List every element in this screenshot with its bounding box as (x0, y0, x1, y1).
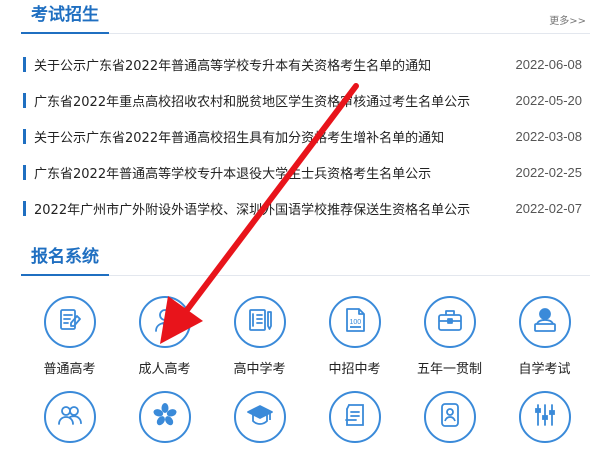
tile-row2-6[interactable] (497, 391, 592, 452)
tile-circle (233, 391, 286, 443)
tile-zixue-kaoshi[interactable]: 自学考试 (497, 296, 592, 377)
tile-chengren-gaokao[interactable]: 成人高考 (117, 296, 212, 377)
svg-text:100: 100 (349, 319, 361, 326)
list-item: 关于公示广东省2022年普通高等学校专升本有关资格考生名单的通知 2022-06… (23, 46, 582, 82)
tile-row2-1[interactable] (22, 391, 117, 452)
news-section-title: 考试招生 (21, 0, 109, 34)
list-item: 广东省2022年重点高校招收农村和脱贫地区学生资格审核通过考生名单公示 2022… (23, 82, 582, 118)
briefcase-icon (436, 306, 464, 338)
tile-circle (518, 391, 571, 443)
news-list: 关于公示广东省2022年普通高等学校专升本有关资格考生名单的通知 2022-06… (23, 46, 582, 226)
tile-circle (423, 296, 476, 348)
tile-circle (138, 391, 191, 443)
tile-circle: 100 (328, 296, 381, 348)
tile-row2-4[interactable] (307, 391, 402, 452)
tile-label: 普通高考 (43, 362, 96, 377)
news-date: 2022-02-25 (515, 164, 583, 180)
news-link[interactable]: 关于公示广东省2022年普通高校招生具有加分资格考生增补名单的通知 (34, 127, 497, 146)
news-link[interactable]: 关于公示广东省2022年普通高等学校专升本有关资格考生名单的通知 (34, 55, 497, 74)
registration-section-header: 报名系统 (21, 242, 590, 276)
tile-circle (518, 296, 571, 348)
tile-label: 五年一贯制 (416, 362, 482, 377)
bullet-bar (23, 92, 26, 108)
group-people-icon (56, 401, 84, 433)
tile-wunian-yiguanzhi[interactable]: 五年一贯制 (402, 296, 497, 377)
tile-label: 成人高考 (138, 362, 191, 377)
tile-circle (233, 296, 286, 348)
graduation-cap-icon (246, 401, 274, 433)
person-computer-icon (531, 306, 559, 338)
tile-circle (43, 296, 96, 348)
news-link[interactable]: 2022年广州市广外附设外语学校、深圳外国语学校推荐保送生资格名单公示 (34, 199, 497, 218)
phone-person-icon (436, 401, 464, 433)
bullet-bar (23, 128, 26, 144)
tile-row2-2[interactable] (117, 391, 212, 452)
bullet-bar (23, 56, 26, 72)
tile-row2-3[interactable] (212, 391, 307, 452)
list-item: 关于公示广东省2022年普通高校招生具有加分资格考生增补名单的通知 2022-0… (23, 118, 582, 154)
news-date: 2022-06-08 (515, 56, 583, 72)
tile-circle (423, 391, 476, 443)
registration-grid: 普通高考 成人高考 高中学考 100 中招中考 五年一贯制 自学考试 (22, 296, 592, 452)
list-item: 广东省2022年普通高等学校专升本退役大学生士兵资格考生名单公示 2022-02… (23, 154, 582, 190)
list-item: 2022年广州市广外附设外语学校、深圳外国语学校推荐保送生资格名单公示 2022… (23, 190, 582, 226)
news-date: 2022-05-20 (515, 92, 583, 108)
tile-circle (138, 296, 191, 348)
news-link[interactable]: 广东省2022年重点高校招收农村和脱贫地区学生资格审核通过考生名单公示 (34, 91, 497, 110)
tile-zhongzhao-zhongkao[interactable]: 100 中招中考 (307, 296, 402, 377)
news-link[interactable]: 广东省2022年普通高等学校专升本退役大学生士兵资格考生名单公示 (34, 163, 497, 182)
file-100-icon: 100 (341, 306, 369, 338)
tile-circle (328, 391, 381, 443)
tile-circle (43, 391, 96, 443)
document-list-icon (341, 401, 369, 433)
bauhinia-flower-icon (151, 401, 179, 433)
tile-putong-gaokao[interactable]: 普通高考 (22, 296, 117, 377)
news-date: 2022-03-08 (515, 128, 583, 144)
bullet-bar (23, 200, 26, 216)
tile-row2-5[interactable] (402, 391, 497, 452)
document-pen-icon (246, 306, 274, 338)
sliders-icon (531, 401, 559, 433)
news-section-header: 考试招生 更多>> (21, 0, 590, 34)
registration-section-title: 报名系统 (21, 242, 109, 276)
news-date: 2022-02-07 (515, 200, 583, 216)
tile-gaozhong-xuekao[interactable]: 高中学考 (212, 296, 307, 377)
bullet-bar (23, 164, 26, 180)
tile-label: 自学考试 (518, 362, 571, 377)
more-link[interactable]: 更多>> (549, 12, 586, 27)
tile-label: 中招中考 (328, 362, 381, 377)
exam-paper-pen-icon (56, 306, 84, 338)
adult-student-icon (151, 306, 179, 338)
tile-label: 高中学考 (233, 362, 286, 377)
